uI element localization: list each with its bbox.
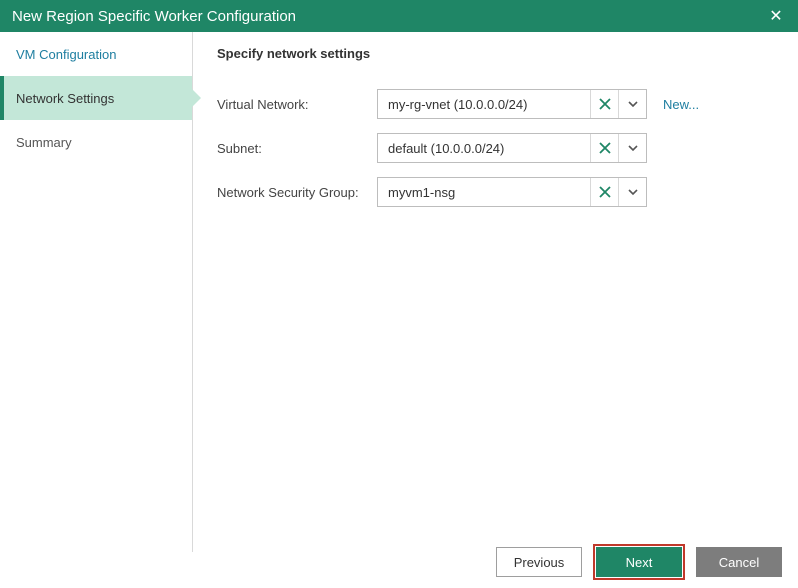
previous-button[interactable]: Previous [496,547,582,577]
virtual-network-label: Virtual Network: [217,97,377,112]
sidebar-item-summary[interactable]: Summary [0,120,192,164]
panel-heading: Specify network settings [217,46,774,61]
sidebar-item-label: VM Configuration [16,47,116,62]
window-title: New Region Specific Worker Configuration [12,8,296,25]
row-virtual-network: Virtual Network: my-rg-vnet (10.0.0.0/24… [217,89,774,119]
clear-icon[interactable] [590,134,618,162]
virtual-network-combo[interactable]: my-rg-vnet (10.0.0.0/24) [377,89,647,119]
chevron-down-icon[interactable] [618,90,646,118]
cancel-button[interactable]: Cancel [696,547,782,577]
nsg-combo[interactable]: myvm1-nsg [377,177,647,207]
close-icon[interactable]: ✕ [766,6,786,26]
sidebar-item-label: Network Settings [16,91,114,106]
chevron-down-icon[interactable] [618,134,646,162]
clear-icon[interactable] [590,178,618,206]
nsg-label: Network Security Group: [217,185,377,200]
sidebar-item-vm-configuration[interactable]: VM Configuration [0,32,192,76]
subnet-value: default (10.0.0.0/24) [378,134,590,162]
row-subnet: Subnet: default (10.0.0.0/24) [217,133,774,163]
next-button[interactable]: Next [596,547,682,577]
subnet-label: Subnet: [217,141,377,156]
new-virtual-network-link[interactable]: New... [663,97,699,112]
titlebar: New Region Specific Worker Configuration… [0,0,798,32]
virtual-network-value: my-rg-vnet (10.0.0.0/24) [378,90,590,118]
subnet-combo[interactable]: default (10.0.0.0/24) [377,133,647,163]
chevron-down-icon[interactable] [618,178,646,206]
wizard-footer: Previous Next Cancel [0,552,798,588]
sidebar-item-label: Summary [16,135,72,150]
main-panel: Specify network settings Virtual Network… [193,32,798,552]
clear-icon[interactable] [590,90,618,118]
nsg-value: myvm1-nsg [378,178,590,206]
row-nsg: Network Security Group: myvm1-nsg [217,177,774,207]
sidebar-item-network-settings[interactable]: Network Settings [0,76,192,120]
wizard-sidebar: VM Configuration Network Settings Summar… [0,32,193,552]
